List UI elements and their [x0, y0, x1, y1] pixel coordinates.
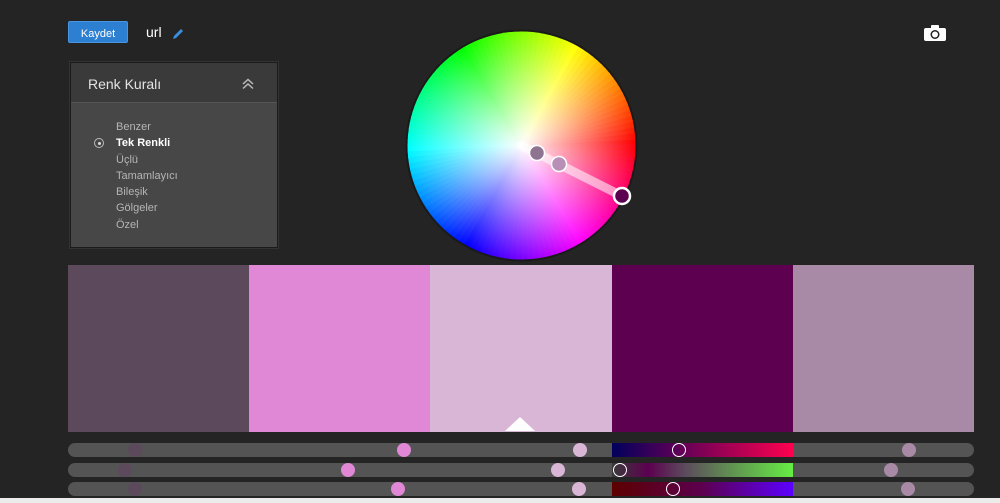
slider-knob[interactable]	[397, 443, 411, 457]
wheel-handle[interactable]	[528, 144, 546, 162]
rule-item-label: Üçlü	[116, 153, 139, 166]
color-rule-list: Benzer Tek Renkli Üçlü Tamamlayıcı Bileş…	[71, 119, 277, 233]
rule-item-label: Gölgeler	[116, 202, 158, 215]
slider-knob[interactable]	[551, 463, 565, 477]
wheel-handle-base[interactable]	[612, 186, 632, 206]
slider-knob[interactable]	[672, 443, 686, 457]
bottom-edge	[0, 498, 1000, 503]
slider-knob[interactable]	[341, 463, 355, 477]
slider-active-gradient	[612, 463, 793, 477]
slider-knob[interactable]	[391, 482, 405, 496]
theme-title[interactable]: url	[146, 24, 162, 40]
color-rule-title: Renk Kuralı	[88, 76, 162, 92]
slider-knob[interactable]	[901, 482, 915, 496]
rule-item-ozel[interactable]: Özel	[71, 217, 277, 233]
slider-track-2[interactable]	[68, 463, 974, 477]
color-swatch[interactable]	[792, 265, 975, 432]
radio-icon	[94, 138, 104, 149]
color-swatch[interactable]	[430, 265, 612, 432]
slider-knob[interactable]	[666, 482, 680, 496]
color-rule-header[interactable]: Renk Kuralı	[71, 63, 277, 103]
color-rule-panel: Renk Kuralı Benzer Tek Renkli Üçlü Tamam…	[70, 62, 278, 248]
rule-item-label: Özel	[116, 218, 139, 231]
slider-knob[interactable]	[128, 443, 142, 457]
color-swatch[interactable]	[249, 265, 431, 432]
slider-track-3[interactable]	[68, 482, 974, 496]
camera-icon[interactable]	[923, 24, 947, 42]
wheel-handle[interactable]	[550, 155, 568, 173]
save-button[interactable]: Kaydet	[68, 21, 128, 43]
slider-active-gradient	[612, 482, 793, 496]
rule-item-label: Benzer	[116, 121, 151, 133]
rule-item-label: Bileşik	[116, 186, 148, 199]
slider-knob[interactable]	[884, 463, 898, 477]
slider-knob[interactable]	[573, 443, 587, 457]
slider-track-1[interactable]	[68, 443, 974, 457]
double-chevron-up-icon[interactable]	[241, 78, 255, 90]
selected-swatch-indicator	[505, 417, 535, 431]
slider-knob[interactable]	[128, 482, 142, 496]
rule-item-tek-renkli[interactable]: Tek Renkli	[71, 135, 277, 151]
color-swatch[interactable]	[68, 265, 250, 432]
slider-knob[interactable]	[613, 463, 627, 477]
rule-item-uclu[interactable]: Üçlü	[71, 152, 277, 168]
pencil-icon[interactable]	[171, 27, 185, 41]
color-swatch[interactable]	[611, 265, 793, 432]
rule-item-bilesik[interactable]: Bileşik	[71, 184, 277, 200]
color-wheel[interactable]	[405, 29, 638, 262]
rule-item-label: Tek Renkli	[116, 137, 171, 150]
slider-knob[interactable]	[118, 463, 132, 477]
rule-item-tamamlayici[interactable]: Tamamlayıcı	[71, 168, 277, 184]
rule-item-label: Tamamlayıcı	[116, 169, 178, 182]
rule-item-golgeler[interactable]: Gölgeler	[71, 200, 277, 216]
rule-item-benzer[interactable]: Benzer	[71, 119, 277, 135]
slider-knob[interactable]	[902, 443, 916, 457]
slider-active-gradient	[612, 443, 793, 457]
slider-knob[interactable]	[572, 482, 586, 496]
swatch-row	[68, 265, 975, 432]
